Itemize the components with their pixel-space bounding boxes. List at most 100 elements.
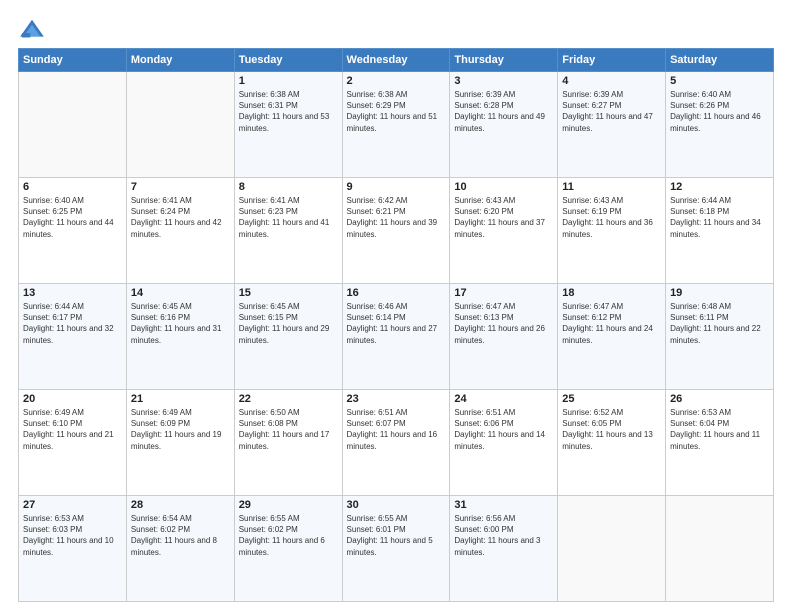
day-info: Sunrise: 6:49 AMSunset: 6:09 PMDaylight:… [131, 408, 222, 451]
weekday-header: Friday [558, 49, 666, 72]
day-info: Sunrise: 6:45 AMSunset: 6:16 PMDaylight:… [131, 302, 222, 345]
calendar-cell [666, 496, 774, 602]
day-info: Sunrise: 6:49 AMSunset: 6:10 PMDaylight:… [23, 408, 114, 451]
day-number: 3 [454, 75, 553, 87]
day-info: Sunrise: 6:46 AMSunset: 6:14 PMDaylight:… [347, 302, 438, 345]
day-info: Sunrise: 6:54 AMSunset: 6:02 PMDaylight:… [131, 514, 217, 557]
weekday-header-row: SundayMondayTuesdayWednesdayThursdayFrid… [19, 49, 774, 72]
calendar-week-row: 20 Sunrise: 6:49 AMSunset: 6:10 PMDaylig… [19, 390, 774, 496]
day-info: Sunrise: 6:42 AMSunset: 6:21 PMDaylight:… [347, 196, 438, 239]
calendar-cell: 11 Sunrise: 6:43 AMSunset: 6:19 PMDaylig… [558, 178, 666, 284]
day-number: 15 [239, 287, 338, 299]
weekday-header: Tuesday [234, 49, 342, 72]
day-number: 31 [454, 499, 553, 511]
calendar-cell: 4 Sunrise: 6:39 AMSunset: 6:27 PMDayligh… [558, 72, 666, 178]
day-number: 4 [562, 75, 661, 87]
calendar-cell [19, 72, 127, 178]
calendar-cell: 26 Sunrise: 6:53 AMSunset: 6:04 PMDaylig… [666, 390, 774, 496]
day-number: 22 [239, 393, 338, 405]
day-number: 29 [239, 499, 338, 511]
day-number: 9 [347, 181, 446, 193]
day-info: Sunrise: 6:38 AMSunset: 6:29 PMDaylight:… [347, 90, 438, 133]
day-number: 21 [131, 393, 230, 405]
day-number: 30 [347, 499, 446, 511]
day-number: 10 [454, 181, 553, 193]
day-info: Sunrise: 6:56 AMSunset: 6:00 PMDaylight:… [454, 514, 540, 557]
calendar-week-row: 13 Sunrise: 6:44 AMSunset: 6:17 PMDaylig… [19, 284, 774, 390]
day-number: 14 [131, 287, 230, 299]
weekday-header: Wednesday [342, 49, 450, 72]
calendar-cell: 1 Sunrise: 6:38 AMSunset: 6:31 PMDayligh… [234, 72, 342, 178]
calendar-cell: 2 Sunrise: 6:38 AMSunset: 6:29 PMDayligh… [342, 72, 450, 178]
day-number: 5 [670, 75, 769, 87]
day-info: Sunrise: 6:41 AMSunset: 6:23 PMDaylight:… [239, 196, 330, 239]
day-info: Sunrise: 6:40 AMSunset: 6:25 PMDaylight:… [23, 196, 114, 239]
calendar-cell: 29 Sunrise: 6:55 AMSunset: 6:02 PMDaylig… [234, 496, 342, 602]
calendar-cell: 15 Sunrise: 6:45 AMSunset: 6:15 PMDaylig… [234, 284, 342, 390]
day-info: Sunrise: 6:48 AMSunset: 6:11 PMDaylight:… [670, 302, 761, 345]
day-number: 24 [454, 393, 553, 405]
day-number: 27 [23, 499, 122, 511]
day-info: Sunrise: 6:43 AMSunset: 6:19 PMDaylight:… [562, 196, 653, 239]
day-info: Sunrise: 6:47 AMSunset: 6:13 PMDaylight:… [454, 302, 545, 345]
day-info: Sunrise: 6:40 AMSunset: 6:26 PMDaylight:… [670, 90, 761, 133]
weekday-header: Saturday [666, 49, 774, 72]
calendar-cell: 25 Sunrise: 6:52 AMSunset: 6:05 PMDaylig… [558, 390, 666, 496]
calendar-cell [558, 496, 666, 602]
day-info: Sunrise: 6:51 AMSunset: 6:06 PMDaylight:… [454, 408, 545, 451]
calendar-week-row: 1 Sunrise: 6:38 AMSunset: 6:31 PMDayligh… [19, 72, 774, 178]
day-number: 16 [347, 287, 446, 299]
calendar-cell: 9 Sunrise: 6:42 AMSunset: 6:21 PMDayligh… [342, 178, 450, 284]
day-number: 1 [239, 75, 338, 87]
day-info: Sunrise: 6:45 AMSunset: 6:15 PMDaylight:… [239, 302, 330, 345]
day-info: Sunrise: 6:53 AMSunset: 6:04 PMDaylight:… [670, 408, 760, 451]
day-info: Sunrise: 6:53 AMSunset: 6:03 PMDaylight:… [23, 514, 114, 557]
day-number: 19 [670, 287, 769, 299]
calendar-cell: 28 Sunrise: 6:54 AMSunset: 6:02 PMDaylig… [126, 496, 234, 602]
day-number: 12 [670, 181, 769, 193]
day-number: 20 [23, 393, 122, 405]
day-info: Sunrise: 6:39 AMSunset: 6:28 PMDaylight:… [454, 90, 545, 133]
day-info: Sunrise: 6:51 AMSunset: 6:07 PMDaylight:… [347, 408, 438, 451]
day-number: 23 [347, 393, 446, 405]
day-info: Sunrise: 6:43 AMSunset: 6:20 PMDaylight:… [454, 196, 545, 239]
calendar-cell: 10 Sunrise: 6:43 AMSunset: 6:20 PMDaylig… [450, 178, 558, 284]
calendar-cell: 8 Sunrise: 6:41 AMSunset: 6:23 PMDayligh… [234, 178, 342, 284]
calendar-cell: 21 Sunrise: 6:49 AMSunset: 6:09 PMDaylig… [126, 390, 234, 496]
logo-icon [18, 18, 46, 40]
calendar-cell: 18 Sunrise: 6:47 AMSunset: 6:12 PMDaylig… [558, 284, 666, 390]
day-info: Sunrise: 6:55 AMSunset: 6:02 PMDaylight:… [239, 514, 325, 557]
page: SundayMondayTuesdayWednesdayThursdayFrid… [0, 0, 792, 612]
calendar-cell: 5 Sunrise: 6:40 AMSunset: 6:26 PMDayligh… [666, 72, 774, 178]
calendar-week-row: 27 Sunrise: 6:53 AMSunset: 6:03 PMDaylig… [19, 496, 774, 602]
day-info: Sunrise: 6:39 AMSunset: 6:27 PMDaylight:… [562, 90, 653, 133]
day-number: 18 [562, 287, 661, 299]
calendar-table: SundayMondayTuesdayWednesdayThursdayFrid… [18, 48, 774, 602]
day-info: Sunrise: 6:50 AMSunset: 6:08 PMDaylight:… [239, 408, 330, 451]
day-info: Sunrise: 6:52 AMSunset: 6:05 PMDaylight:… [562, 408, 653, 451]
logo [18, 18, 48, 40]
calendar-cell: 7 Sunrise: 6:41 AMSunset: 6:24 PMDayligh… [126, 178, 234, 284]
day-info: Sunrise: 6:38 AMSunset: 6:31 PMDaylight:… [239, 90, 330, 133]
calendar-cell: 12 Sunrise: 6:44 AMSunset: 6:18 PMDaylig… [666, 178, 774, 284]
day-info: Sunrise: 6:41 AMSunset: 6:24 PMDaylight:… [131, 196, 222, 239]
calendar-cell: 31 Sunrise: 6:56 AMSunset: 6:00 PMDaylig… [450, 496, 558, 602]
calendar-cell: 16 Sunrise: 6:46 AMSunset: 6:14 PMDaylig… [342, 284, 450, 390]
calendar-cell: 24 Sunrise: 6:51 AMSunset: 6:06 PMDaylig… [450, 390, 558, 496]
calendar-cell: 20 Sunrise: 6:49 AMSunset: 6:10 PMDaylig… [19, 390, 127, 496]
calendar-cell: 22 Sunrise: 6:50 AMSunset: 6:08 PMDaylig… [234, 390, 342, 496]
day-number: 13 [23, 287, 122, 299]
calendar-week-row: 6 Sunrise: 6:40 AMSunset: 6:25 PMDayligh… [19, 178, 774, 284]
day-number: 6 [23, 181, 122, 193]
weekday-header: Thursday [450, 49, 558, 72]
weekday-header: Monday [126, 49, 234, 72]
calendar-cell: 13 Sunrise: 6:44 AMSunset: 6:17 PMDaylig… [19, 284, 127, 390]
day-info: Sunrise: 6:55 AMSunset: 6:01 PMDaylight:… [347, 514, 433, 557]
header [18, 18, 774, 40]
day-info: Sunrise: 6:44 AMSunset: 6:17 PMDaylight:… [23, 302, 114, 345]
calendar-cell: 3 Sunrise: 6:39 AMSunset: 6:28 PMDayligh… [450, 72, 558, 178]
day-number: 2 [347, 75, 446, 87]
day-number: 17 [454, 287, 553, 299]
calendar-cell: 17 Sunrise: 6:47 AMSunset: 6:13 PMDaylig… [450, 284, 558, 390]
calendar-cell [126, 72, 234, 178]
